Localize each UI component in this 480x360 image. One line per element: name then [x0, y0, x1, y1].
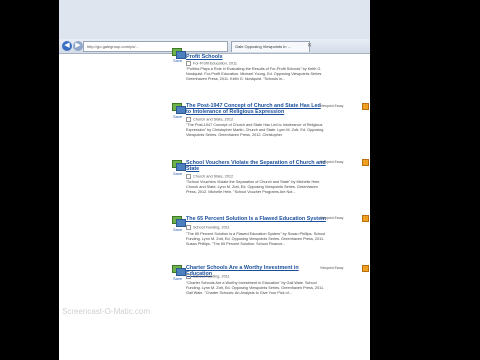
document-icon: [172, 265, 186, 276]
record-type: School Funding, 2011: [186, 274, 230, 279]
browser-toolbar: ◀ ▶ http://go.galegroup.com/ps/... Gale …: [59, 39, 370, 54]
address-bar[interactable]: http://go.galegroup.com/ps/...: [83, 41, 228, 52]
record-type: Church and State, 2012: [186, 174, 233, 179]
record-citation: "Charter Schools Are a Worthy Investment…: [186, 281, 325, 295]
document-icon: [172, 160, 186, 171]
record-content-type: Viewpoint Essay: [320, 160, 344, 164]
browser-tab[interactable]: Gale Opposing Viewpoints In ...: [231, 41, 310, 52]
record-content-type: Viewpoint Essay: [320, 104, 344, 108]
record-type: Church and State, 2012: [186, 117, 233, 122]
record-content-type: Viewpoint Essay: [320, 266, 344, 270]
record-type-label: For-Profit Education, 2011: [193, 61, 238, 66]
rss-icon[interactable]: [362, 159, 369, 166]
browser-top-area: [59, 0, 370, 39]
record-type-label: School Funding, 2011: [193, 274, 230, 279]
document-icon: [172, 216, 186, 227]
document-icon: [172, 48, 186, 59]
record-type: For-Profit Education, 2011: [186, 61, 237, 66]
record-citation: "Politics Plays a Role in Evaluating the…: [186, 67, 323, 81]
rss-icon[interactable]: [362, 265, 369, 272]
record-type-label: School Funding, 2011: [193, 225, 230, 230]
save-link[interactable]: Save: [173, 171, 182, 176]
forward-icon[interactable]: ▶: [73, 41, 83, 51]
close-icon[interactable]: ✕: [307, 42, 312, 49]
record-citation: "School Vouchers Violate the Separation …: [186, 180, 321, 194]
save-link[interactable]: Save: [173, 276, 182, 281]
save-link[interactable]: Save: [173, 58, 182, 63]
record-title[interactable]: The Post-1947 Concept of Church and Stat…: [186, 103, 326, 116]
record-citation: "The Post-1947 Concept of Church and Sta…: [186, 123, 324, 137]
record-type-label: Church and State, 2012: [193, 117, 234, 122]
record-content-type: Viewpoint Essay: [320, 216, 344, 220]
record-title[interactable]: Profit Schools: [186, 54, 326, 60]
record-type: School Funding, 2011: [186, 225, 230, 230]
watermark: Screencast-O-Matic.com: [62, 307, 151, 316]
save-link[interactable]: Save: [173, 114, 182, 119]
save-link[interactable]: Save: [173, 227, 182, 232]
rss-icon[interactable]: [362, 215, 369, 222]
rss-icon[interactable]: [362, 103, 369, 110]
record-type-label: Church and State, 2012: [193, 174, 234, 179]
record-title[interactable]: The 65 Percent Solution Is a Flawed Educ…: [186, 216, 326, 222]
record-citation: "The 65 Percent Solution Is a Flawed Edu…: [186, 232, 326, 246]
back-icon[interactable]: ◀: [62, 41, 72, 51]
document-icon: [172, 103, 186, 114]
record-title[interactable]: School Vouchers Violate the Separation o…: [186, 160, 326, 173]
